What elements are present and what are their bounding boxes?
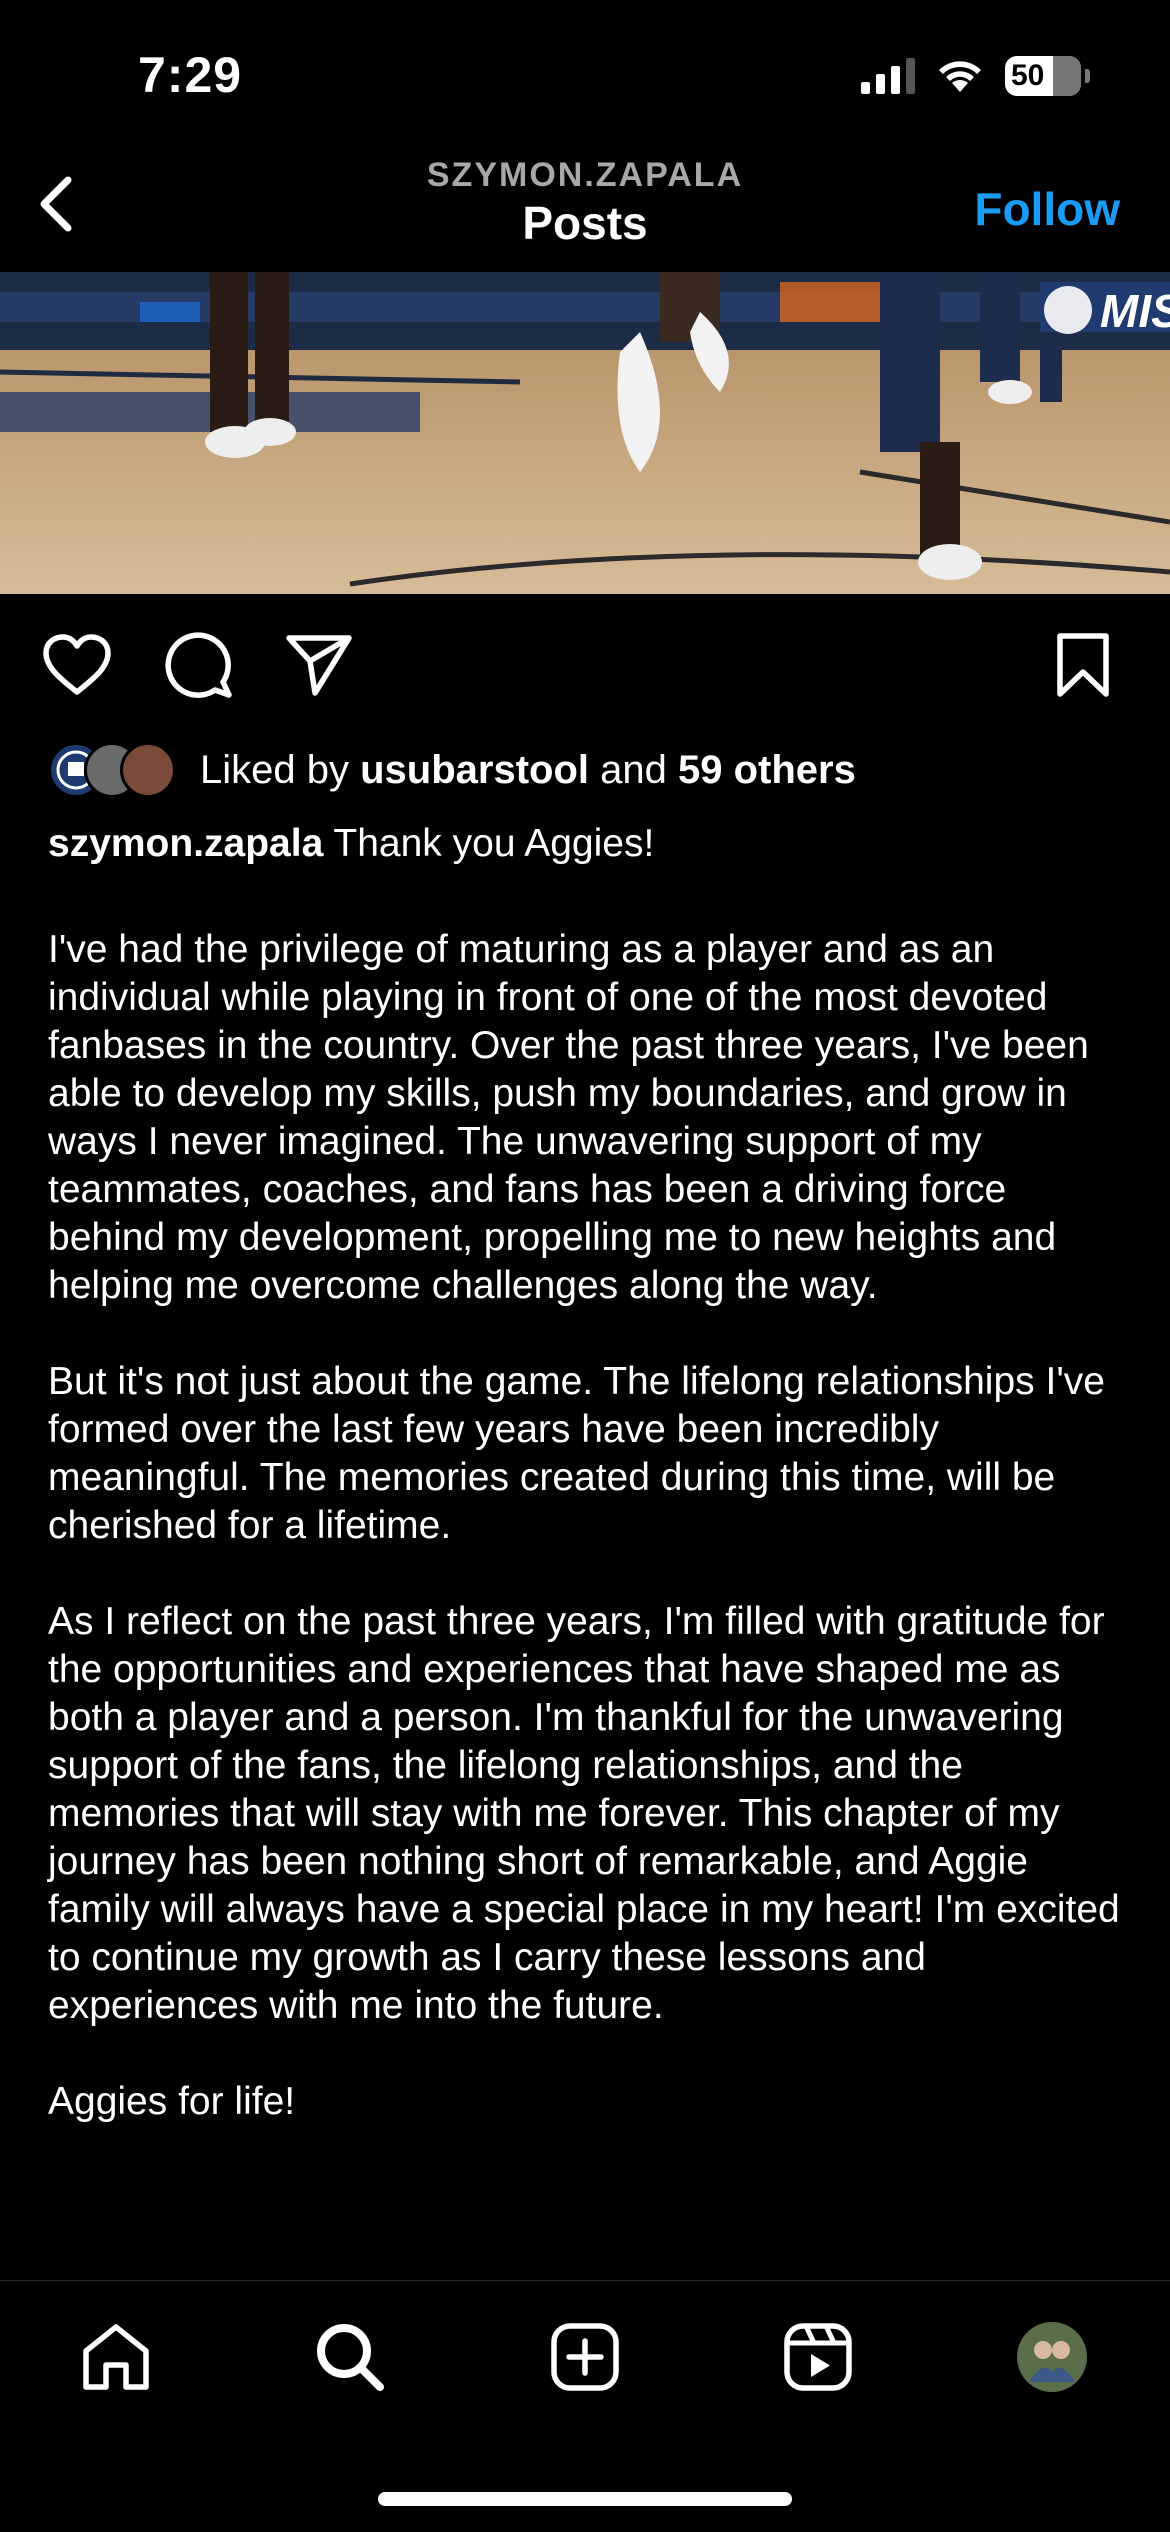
likes-count[interactable]: 59 others [678, 748, 856, 792]
tab-reels[interactable] [778, 2317, 858, 2397]
share-button[interactable] [284, 630, 354, 700]
avatar [120, 742, 176, 798]
caption-paragraph: As I reflect on the past three years, I'… [48, 1600, 1120, 2027]
tab-create[interactable] [545, 2317, 625, 2397]
tab-bar [0, 2280, 1170, 2532]
cellular-signal-icon [861, 58, 915, 94]
likes-text: Liked by usubarstool and 59 others [200, 747, 856, 792]
tab-profile[interactable] [1012, 2317, 1092, 2397]
reels-icon [784, 2323, 852, 2391]
tab-search[interactable] [310, 2317, 390, 2397]
bookmark-icon [1057, 633, 1109, 697]
status-bar: 7:29 50 [0, 0, 1170, 150]
follow-button[interactable]: Follow [974, 182, 1120, 236]
home-indicator[interactable] [378, 2492, 792, 2506]
liker-username[interactable]: usubarstool [360, 748, 589, 792]
comment-icon [165, 632, 232, 698]
liker-avatars [48, 742, 180, 798]
caption-paragraph: Aggies for life! [48, 2080, 296, 2123]
home-icon [83, 2324, 149, 2390]
status-time: 7:29 [138, 47, 243, 103]
post-actions [0, 630, 1170, 700]
caption-paragraph: I've had the privilege of maturing as a … [48, 928, 1089, 1307]
battery-level: 50 [1011, 59, 1045, 92]
paper-plane-icon [286, 635, 352, 696]
caption-author[interactable]: szymon.zapala [48, 822, 323, 865]
battery-icon: 50 [1005, 56, 1081, 96]
tab-home[interactable] [76, 2317, 156, 2397]
svg-text:MISS: MISS [1100, 285, 1170, 337]
basketball-court-photo: MISS [0, 272, 1170, 594]
header: SZYMON.ZAPALA Posts Follow [0, 150, 1170, 272]
caption-paragraph: But it's not just about the game. The li… [48, 1360, 1105, 1547]
status-indicators: 50 [861, 56, 1090, 96]
like-button[interactable] [42, 630, 112, 700]
comment-button[interactable] [164, 630, 234, 700]
caption-first-line: Thank you Aggies! [323, 822, 655, 865]
post-caption: szymon.zapala Thank you Aggies! I've had… [48, 820, 1128, 2174]
wifi-icon [939, 61, 981, 92]
likes-row[interactable]: Liked by usubarstool and 59 others [48, 740, 856, 800]
heart-icon [43, 634, 111, 695]
create-icon [551, 2323, 619, 2391]
profile-avatar [1017, 2322, 1087, 2392]
post-image[interactable]: MISS [0, 272, 1170, 594]
search-icon [317, 2324, 384, 2391]
save-button[interactable] [1048, 630, 1118, 700]
